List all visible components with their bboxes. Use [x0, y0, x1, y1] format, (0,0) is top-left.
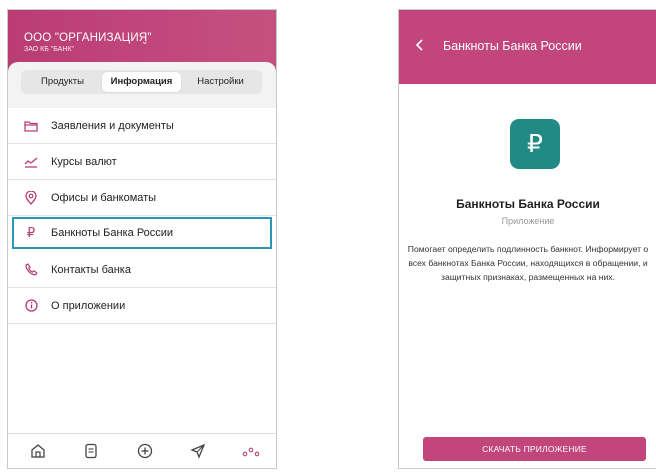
ruble-icon: ₽ — [527, 130, 543, 158]
home-icon[interactable] — [30, 443, 46, 459]
add-icon[interactable] — [137, 443, 153, 459]
organization-name[interactable]: ООО "ОРГАНИЗАЦИЯ" — [24, 32, 152, 44]
exchange-rate-icon — [24, 155, 38, 169]
menu-item-banknotes[interactable]: ₽ Банкноты Банка России — [12, 217, 272, 249]
document-icon[interactable] — [83, 443, 99, 459]
send-icon[interactable] — [190, 443, 206, 459]
phone-icon — [24, 263, 38, 277]
menu-item-about[interactable]: О приложении — [8, 288, 276, 324]
menu-item-exchange-rates[interactable]: Курсы валют — [8, 144, 276, 180]
tab-products[interactable]: Продукты — [23, 72, 102, 92]
menu-item-label: Курсы валют — [51, 155, 117, 168]
segmented-tabs: Продукты Информация Настройки — [21, 70, 262, 94]
location-pin-icon — [24, 190, 38, 205]
header: Банкноты Банка России — [399, 10, 656, 84]
ruble-icon: ₽ — [26, 225, 36, 240]
tab-information[interactable]: Информация — [102, 72, 181, 92]
tab-settings[interactable]: Настройки — [181, 72, 260, 92]
app-type: Приложение — [501, 216, 555, 226]
left-screen: ООО "ОРГАНИЗАЦИЯ" ⌄ ЗАО КБ "БАНК" Продук… — [7, 9, 277, 469]
right-screen: Банкноты Банка России ₽ Банкноты Банка Р… — [398, 9, 656, 469]
bottom-navigation — [8, 433, 276, 468]
download-app-button[interactable]: СКАЧАТЬ ПРИЛОЖЕНИЕ — [423, 437, 646, 461]
menu-item-label: Заявления и документы — [51, 119, 174, 132]
page-title: Банкноты Банка России — [443, 39, 582, 53]
menu-item-offices[interactable]: Офисы и банкоматы — [8, 180, 276, 216]
tabs-container: Продукты Информация Настройки — [8, 62, 276, 110]
bank-name: ЗАО КБ "БАНК" — [24, 46, 74, 53]
menu-item-label: О приложении — [51, 299, 126, 312]
folder-icon — [24, 119, 38, 133]
back-arrow-icon[interactable] — [415, 38, 425, 51]
menu-item-contacts[interactable]: Контакты банка — [8, 252, 276, 288]
menu-item-label: Контакты банка — [51, 263, 131, 276]
menu-item-label: Банкноты Банка России — [51, 227, 174, 239]
info-icon — [24, 299, 38, 313]
info-menu: Заявления и документы Курсы валют Офисы … — [8, 108, 276, 324]
app-icon: ₽ — [510, 119, 560, 169]
chevron-down-icon[interactable]: ⌄ — [141, 36, 149, 47]
app-name: Банкноты Банка России — [456, 197, 600, 211]
menu-item-documents[interactable]: Заявления и документы — [8, 108, 276, 144]
menu-item-label: Офисы и банкоматы — [51, 191, 157, 204]
more-icon[interactable] — [242, 443, 260, 459]
app-description: Помогает определить подлинность банкнот.… — [407, 244, 649, 282]
